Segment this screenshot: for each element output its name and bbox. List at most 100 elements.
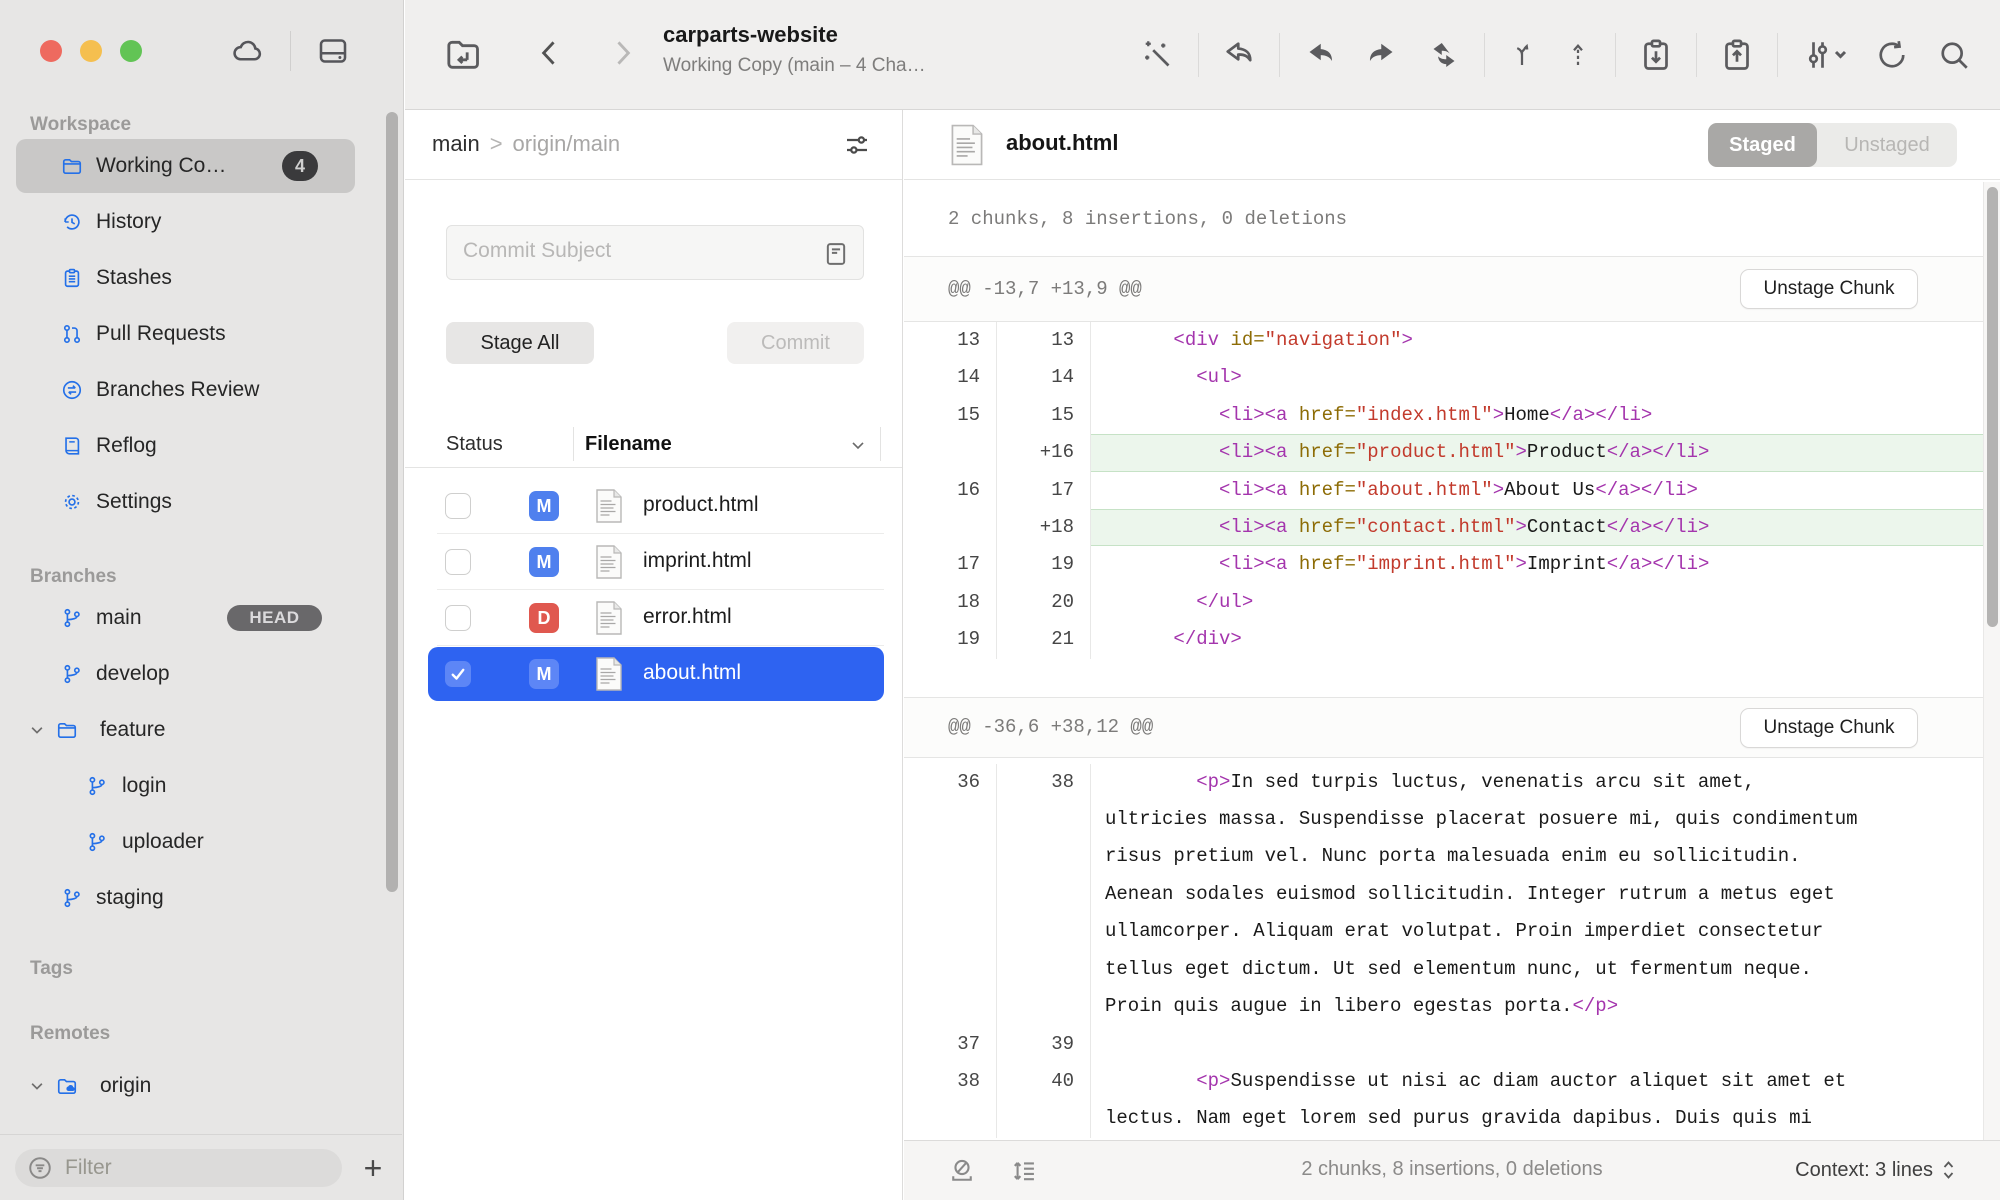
unstage-chunk-button[interactable]: Unstage Chunk (1740, 269, 1918, 309)
push-icon[interactable] (1364, 37, 1400, 73)
sync-icon[interactable] (1426, 37, 1462, 73)
sidebar-item-reflog[interactable]: Reflog (0, 418, 403, 474)
file-row[interactable]: Mimprint.html (405, 534, 902, 590)
commit-message-icon[interactable] (822, 239, 850, 274)
back-button[interactable] (533, 33, 567, 73)
sidebar-item-branches-review[interactable]: Branches Review (0, 362, 403, 418)
sidebar-item-pull-requests[interactable]: Pull Requests (0, 306, 403, 362)
staged-tab[interactable]: Staged (1708, 123, 1817, 167)
context-line[interactable]: 1515 <li><a href="index.html">Home</a></… (904, 397, 1983, 434)
pull-icon[interactable] (1302, 37, 1338, 73)
sidebar-item-staging[interactable]: staging (0, 870, 403, 926)
sidebar-item-label: origin (100, 1074, 151, 1098)
rebase-icon[interactable] (1563, 37, 1593, 73)
sidebar-item-working-co[interactable]: Working Co…4 (0, 138, 403, 194)
context-line[interactable]: 1414 <ul> (904, 359, 1983, 396)
chunk-range: @@ -36,6 +38,12 @@ (948, 716, 1153, 738)
file-name: error.html (643, 605, 732, 629)
diff-file-name: about.html (1006, 130, 1118, 156)
sidebar-scrollbar[interactable] (386, 112, 398, 892)
merge-icon[interactable] (1507, 37, 1537, 73)
context-stepper-icon[interactable] (1941, 1158, 1956, 1182)
diff-scrollbar-track[interactable] (1983, 182, 2000, 1140)
context-line[interactable]: 1820 </ul> (904, 584, 1983, 621)
stashes-icon (61, 267, 83, 289)
sidebar-item-feature[interactable]: feature (0, 702, 403, 758)
file-row[interactable]: Mproduct.html (405, 478, 902, 534)
column-divider[interactable] (880, 427, 881, 461)
diff-scrollbar-thumb[interactable] (1987, 187, 1998, 627)
context-line[interactable]: 1719 <li><a href="imprint.html">Imprint<… (904, 546, 1983, 583)
code-text: <li><a href="index.html">Home</a></li> (1091, 397, 1861, 434)
sidebar-item-settings[interactable]: Settings (0, 474, 403, 530)
added-line[interactable]: +18 <li><a href="contact.html">Contact</… (904, 509, 1983, 546)
stash-apply-icon[interactable] (1719, 37, 1755, 73)
add-repository-button[interactable]: + (352, 1147, 394, 1189)
search-icon[interactable] (1936, 37, 1972, 73)
stash-save-icon[interactable] (1638, 37, 1674, 73)
diff-footer: 2 chunks, 8 insertions, 0 deletions Cont… (904, 1140, 2000, 1200)
sidebar-item-login[interactable]: login (0, 758, 403, 814)
zoom-window-button[interactable] (120, 40, 142, 62)
file-row[interactable]: Derror.html (405, 590, 902, 646)
sidebar-item-label: main (96, 606, 142, 630)
unstaged-tab[interactable]: Unstaged (1817, 123, 1957, 167)
cloud-accounts-icon[interactable] (230, 33, 266, 69)
toolbar-divider (290, 31, 291, 71)
minimize-window-button[interactable] (80, 40, 102, 62)
stage-checkbox[interactable] (445, 605, 471, 631)
sidebar-item-stashes[interactable]: Stashes (0, 250, 403, 306)
filename-column-header[interactable]: Filename (585, 433, 672, 456)
sidebar-item-origin[interactable]: origin (0, 1058, 403, 1114)
chevron-down-icon[interactable] (28, 721, 46, 739)
context-line[interactable]: 3638 <p>In sed turpis luctus, venenatis … (904, 764, 1983, 1026)
context-line[interactable]: 3840 <p>Suspendisse ut nisi ac diam auct… (904, 1063, 1983, 1138)
context-line[interactable]: 3739 (904, 1026, 1983, 1063)
sidebar-item-develop[interactable]: develop (0, 646, 403, 702)
open-repository-icon[interactable] (443, 34, 483, 74)
breadcrumb-current-branch[interactable]: main (432, 131, 480, 156)
sidebar-item-label: Settings (96, 490, 172, 514)
discard-icon[interactable] (1221, 37, 1257, 73)
more-options-icon[interactable] (1800, 37, 1848, 73)
context-line[interactable]: 1313 <div id="navigation"> (904, 322, 1983, 359)
breadcrumb-upstream-branch[interactable]: origin/main (513, 131, 621, 156)
sidebar-item-history[interactable]: History (0, 194, 403, 250)
close-window-button[interactable] (40, 40, 62, 62)
stage-checkbox[interactable] (445, 549, 471, 575)
branch-icon (61, 663, 83, 685)
breadcrumb[interactable]: main>origin/main (432, 131, 620, 157)
refresh-icon[interactable] (1874, 37, 1910, 73)
window-controls[interactable] (40, 40, 142, 62)
unstage-chunk-button[interactable]: Unstage Chunk (1740, 708, 1918, 748)
new-line-number: 21 (997, 621, 1091, 658)
context-line[interactable]: 1921 </div> (904, 621, 1983, 658)
view-options-icon[interactable] (842, 130, 872, 160)
added-line[interactable]: +16 <li><a href="product.html">Product</… (904, 434, 1983, 471)
commit-subject-input[interactable]: Commit Subject (446, 225, 864, 280)
context-line[interactable]: 1617 <li><a href="about.html">About Us</… (904, 472, 1983, 509)
file-row[interactable]: Mabout.html (405, 646, 902, 702)
context-lines-control[interactable]: Context: 3 lines (1795, 1158, 1956, 1182)
chevron-down-icon[interactable] (28, 1077, 46, 1095)
new-line-number: 39 (997, 1026, 1091, 1063)
commit-button[interactable]: Commit (727, 322, 864, 364)
toolbar-divider (1615, 33, 1616, 77)
sidebar-item-uploader[interactable]: uploader (0, 814, 403, 870)
filter-icon (27, 1155, 53, 1181)
local-repositories-icon[interactable] (315, 33, 351, 69)
sort-chevron-down-icon[interactable] (848, 435, 868, 460)
column-divider[interactable] (573, 427, 574, 461)
pull-request-icon (61, 323, 83, 345)
sidebar-item-main[interactable]: mainHEAD (0, 590, 403, 646)
folder-icon (56, 719, 78, 741)
filter-input[interactable]: Filter (15, 1149, 342, 1187)
stage-checkbox[interactable] (445, 661, 471, 687)
sidebar-item-label: Reflog (96, 434, 157, 458)
magic-wand-icon[interactable] (1140, 37, 1176, 73)
forward-button[interactable] (605, 33, 639, 73)
status-column-header[interactable]: Status (446, 433, 503, 456)
stage-checkbox[interactable] (445, 493, 471, 519)
stage-all-button[interactable]: Stage All (446, 322, 594, 364)
cloud-folder-icon (56, 1075, 78, 1097)
